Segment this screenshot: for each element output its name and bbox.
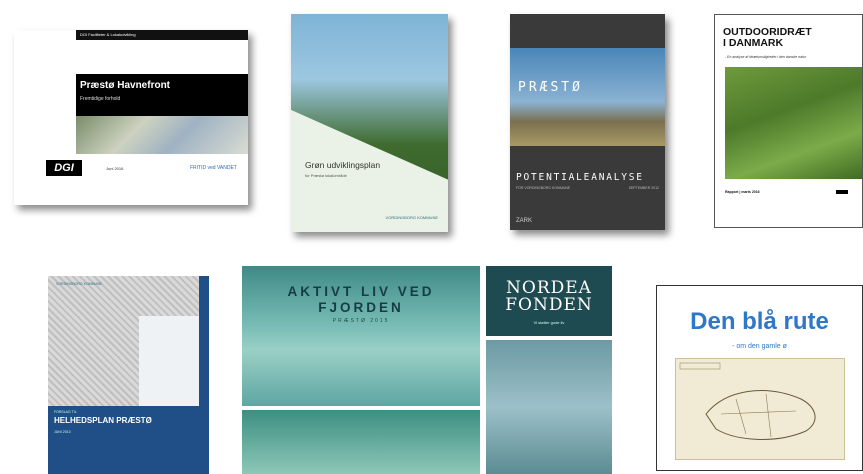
publisher-logo	[836, 190, 848, 194]
cover-date: Juni 2016	[106, 166, 124, 171]
vordingborg-kommune-logo: VORDINGBORG KOMMUNE	[56, 282, 102, 286]
cover-header-bar: DGI Faciliteter & Lokaludvikling	[76, 30, 248, 40]
paddleboard-photo	[242, 410, 480, 474]
cover-subtitle: POTENTIALEANALYSE	[516, 172, 644, 183]
cover-title: Grøn udviklingsplan	[305, 160, 381, 170]
aerial-image	[76, 116, 248, 154]
runner-photo	[725, 67, 862, 179]
cover-subtitle: Fremtidige forhold	[80, 96, 121, 102]
dgi-logo: DGI	[46, 160, 82, 176]
document-cover-den-bla-rute[interactable]: Den blå rute - om den gamle ø	[656, 285, 863, 471]
landscape-photo	[510, 48, 665, 146]
cover-date: JUNI 2013	[54, 430, 71, 434]
cover-kicker: FORSLAG TIL	[54, 410, 77, 414]
fritid-ved-vandet-logo: FRITID ved VANDET	[190, 165, 237, 171]
cover-title: Præstø Havnefront	[80, 80, 171, 91]
cover-client: FOR VORDINGBORG KOMMUNE	[516, 186, 571, 190]
old-map-image	[675, 358, 845, 460]
cover-subtitle: PRÆSTØ 2015	[332, 318, 390, 324]
cover-date: SEPTEMBER 2012	[628, 186, 659, 190]
document-cover-outdooridraet[interactable]: OUTDOORIDRÆT I DANMARK - En analyse af i…	[714, 14, 863, 228]
cover-title-line1: AKTIVT LIV VED	[287, 284, 435, 299]
brand-tagline: Vi støtter gode liv	[533, 320, 565, 325]
cover-subtitle: - En analyse af idrætsmuligheder i den d…	[725, 55, 807, 59]
document-cover-gron-udviklingsplan[interactable]: Grøn udviklingsplan for Præstø lokalområ…	[291, 14, 448, 232]
cover-title: OUTDOORIDRÆT I DANMARK	[723, 26, 812, 49]
cover-subtitle: - om den gamle ø	[732, 343, 787, 350]
brand-line2: FONDEN	[505, 295, 593, 315]
pier-photo	[486, 340, 612, 474]
document-cover-aktivt-liv-ved-fjorden[interactable]: AKTIVT LIV VED FJORDEN PRÆSTØ 2015 NORDE…	[236, 262, 618, 474]
document-cover-helhedsplan-praesto[interactable]: VORDINGBORG KOMMUNE FORSLAG TIL HELHEDSP…	[48, 276, 209, 474]
cover-subtitle: for Præstø lokalområde	[305, 173, 347, 178]
cover-title-line2: FJORDEN	[318, 300, 404, 315]
map-water	[139, 316, 199, 406]
map-sketch	[679, 362, 816, 440]
cover-title: HELHEDSPLAN PRÆSTØ	[54, 416, 152, 425]
cover-title: PRÆSTØ	[518, 80, 583, 95]
cover-title: Den blå rute	[690, 308, 829, 335]
document-cover-praesto-havnefront[interactable]: DGI Faciliteter & Lokaludvikling Præstø …	[14, 30, 248, 205]
document-cover-praesto-potentialeanalyse[interactable]: PRÆSTØ POTENTIALEANALYSE FOR VORDINGBORG…	[510, 14, 665, 230]
vordingborg-kommune-logo: VORDINGBORG KOMMUNE	[385, 215, 438, 220]
zark-logo: ZARK	[516, 218, 533, 224]
cover-report-date: Rapport | marts 2016	[725, 190, 760, 194]
nordea-fonden-logo: NORDEA FONDEN	[486, 280, 612, 314]
